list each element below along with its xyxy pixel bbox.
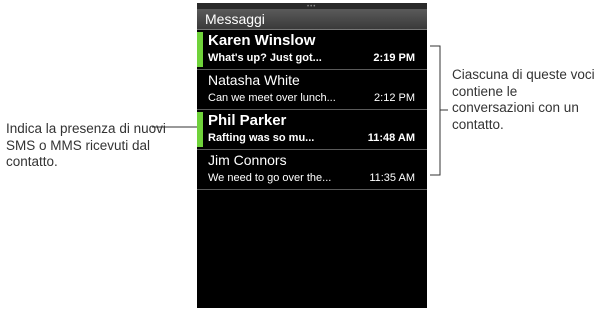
message-time: 11:35 AM — [369, 172, 415, 184]
message-preview: Can we meet over lunch... — [208, 92, 336, 104]
contact-name: Phil Parker — [208, 112, 287, 129]
right-callout-bracket — [430, 45, 441, 176]
conversation-item[interactable]: Karen Winslow What's up? Just got... 2:1… — [197, 30, 427, 70]
conversation-item[interactable]: Phil Parker Rafting was so mu... 11:48 A… — [197, 110, 427, 150]
title-bar: Messaggi — [197, 9, 427, 30]
phone-screen: ••• Messaggi Karen Winslow What's up? Ju… — [197, 3, 427, 308]
unread-indicator — [197, 112, 203, 147]
contact-name: Jim Connors — [208, 152, 287, 168]
unread-indicator — [197, 32, 203, 67]
left-callout-text: Indica la presenza di nuovi SMS o MMS ri… — [6, 121, 166, 169]
message-preview: We need to go over the... — [208, 172, 332, 184]
message-time: 11:48 AM — [367, 132, 415, 144]
message-preview: What's up? Just got... — [208, 52, 322, 64]
page-title: Messaggi — [205, 11, 265, 27]
right-callout-text: Ciascuna di queste voci contiene le conv… — [452, 67, 595, 132]
message-time: 2:12 PM — [374, 92, 415, 104]
conversation-item[interactable]: Natasha White Can we meet over lunch... … — [197, 70, 427, 110]
message-time: 2:19 PM — [373, 52, 415, 64]
message-preview: Rafting was so mu... — [208, 132, 315, 144]
contact-name: Karen Winslow — [208, 32, 316, 49]
contact-name: Natasha White — [208, 72, 300, 88]
conversation-item[interactable]: Jim Connors We need to go over the... 11… — [197, 150, 427, 190]
